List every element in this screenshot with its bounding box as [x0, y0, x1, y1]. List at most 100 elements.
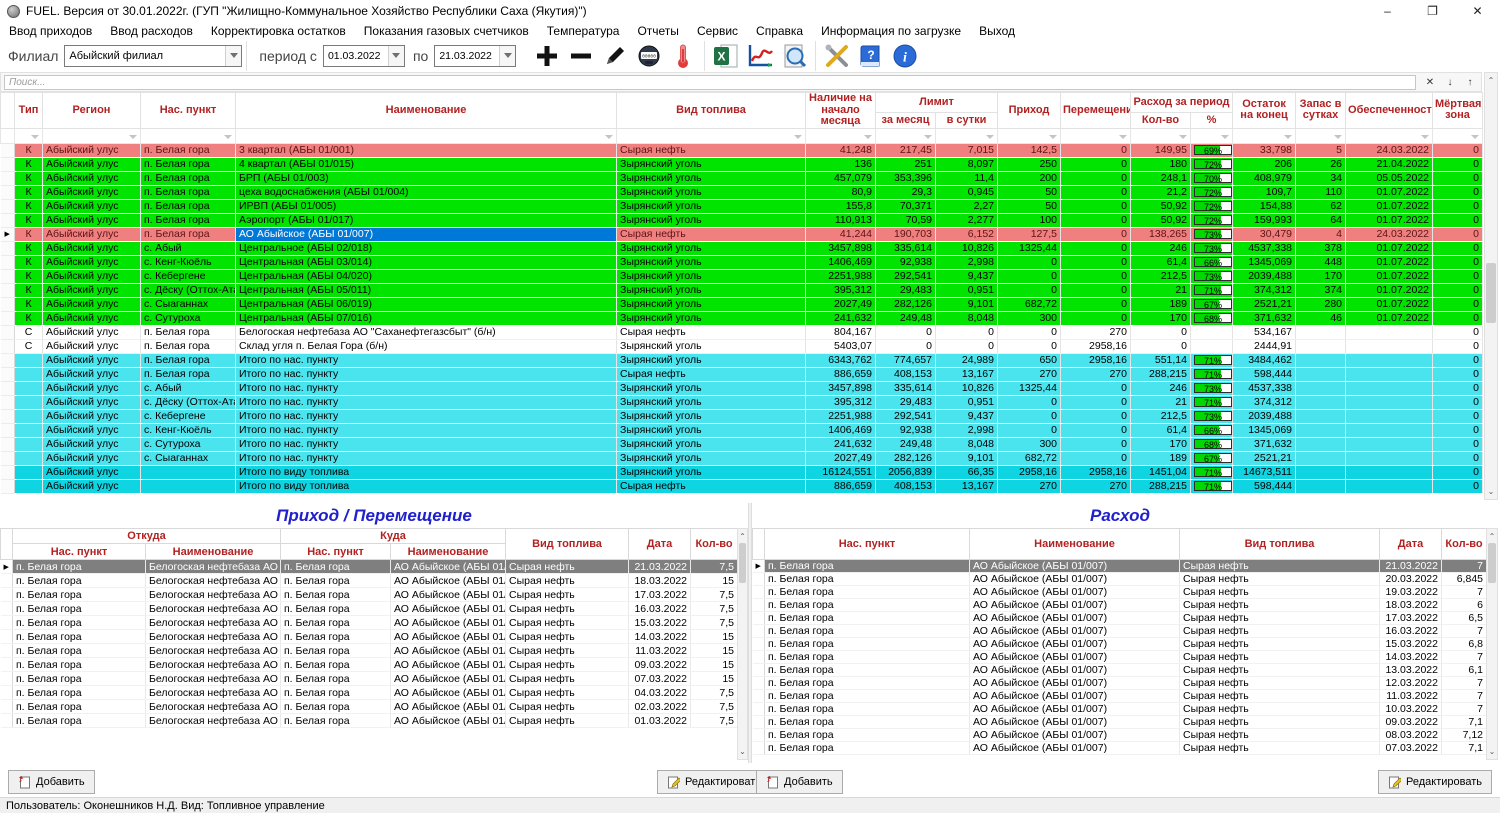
income-edit-button[interactable]: Редактировать	[657, 770, 771, 794]
income-row[interactable]: п. Белая гораБелогоская нефтебаза АО "Са…	[1, 574, 738, 588]
expense-row[interactable]: п. Белая гораАО Абыйское (АБЫ 01/007)Сыр…	[753, 729, 1487, 742]
income-row[interactable]: п. Белая гораБелогоская нефтебаза АО "Са…	[1, 672, 738, 686]
income-row[interactable]: п. Белая гораБелогоская нефтебаза АО "Са…	[1, 588, 738, 602]
col-start[interactable]: Наличие на начало месяца	[806, 93, 876, 129]
fuel-table-row[interactable]: КАбыйский улусс. СутурохаЦентральная (АБ…	[1, 311, 1483, 325]
income-row[interactable]: п. Белая гораБелогоская нефтебаза АО "Са…	[1, 686, 738, 700]
col-from-punkt[interactable]: Нас. пункт	[13, 544, 146, 560]
menu-item-9[interactable]: Информация по загрузке	[812, 24, 970, 38]
col-qty[interactable]: Кол-во	[691, 529, 738, 560]
minimize-button[interactable]: –	[1365, 0, 1410, 22]
scrollbar-thumb[interactable]	[739, 543, 746, 583]
col-fuel[interactable]: Вид топлива	[617, 93, 806, 129]
expense-edit-button[interactable]: Редактировать	[1378, 770, 1492, 794]
column-filter-dropdown[interactable]	[617, 128, 806, 143]
col-limit-group[interactable]: Лимит	[876, 93, 998, 113]
fuel-table-row[interactable]: Абыйский улусс. Кенг-КюёльИтого по нас. …	[1, 423, 1483, 437]
period-from-select[interactable]: 01.03.2022	[323, 45, 405, 67]
column-filter-dropdown[interactable]	[1433, 128, 1483, 143]
menu-item-8[interactable]: Справка	[747, 24, 812, 38]
menu-item-2[interactable]: Ввод расходов	[101, 24, 202, 38]
column-filter-dropdown[interactable]	[1131, 128, 1191, 143]
fuel-table-row[interactable]: САбыйский улусп. Белая гораСклад угля п.…	[1, 339, 1483, 353]
col-type[interactable]: Тип	[15, 93, 43, 129]
search-prev-icon[interactable]: ↑	[1461, 75, 1479, 90]
income-add-button[interactable]: Добавить	[8, 770, 95, 794]
col-secured[interactable]: Обеспеченность	[1346, 93, 1433, 129]
search-document-icon[interactable]	[778, 41, 810, 71]
fuel-table-row[interactable]: Абыйский улусп. Белая гораИтого по нас. …	[1, 353, 1483, 367]
scrollbar-thumb[interactable]	[1488, 543, 1496, 583]
search-next-icon[interactable]: ↓	[1441, 75, 1459, 90]
col-fuel[interactable]: Вид топлива	[1180, 529, 1380, 560]
scrollbar-thumb[interactable]	[1486, 263, 1496, 323]
search-clear-icon[interactable]: ✕	[1421, 75, 1439, 90]
col-income[interactable]: Приход	[998, 93, 1061, 129]
income-row[interactable]: п. Белая гораБелогоская нефтебаза АО "Са…	[1, 616, 738, 630]
column-filter-dropdown[interactable]	[1191, 128, 1233, 143]
menu-item-10[interactable]: Выход	[970, 24, 1024, 38]
excel-export-icon[interactable]: X	[710, 41, 742, 71]
expense-row[interactable]: ▶п. Белая гораАО Абыйское (АБЫ 01/007)Сы…	[753, 560, 1487, 573]
fuel-table-row[interactable]: Абыйский улусс. Дёску (Оттох-Атах)Итого …	[1, 395, 1483, 409]
col-dead[interactable]: Мёртвая зона	[1433, 93, 1483, 129]
fuel-table-row[interactable]: КАбыйский улусп. Белая горацеха водоснаб…	[1, 185, 1483, 199]
expense-row[interactable]: п. Белая гораАО Абыйское (АБЫ 01/007)Сыр…	[753, 716, 1487, 729]
col-rest[interactable]: Остаток на конец	[1233, 93, 1296, 129]
remove-icon[interactable]	[565, 41, 597, 71]
fuel-table-row[interactable]: КАбыйский улусс. СыаганнахЦентральная (А…	[1, 297, 1483, 311]
main-table-scrollbar[interactable]: ⌃ ⌄	[1484, 72, 1498, 500]
scroll-up-icon[interactable]: ⌃	[738, 529, 747, 544]
fuel-table-row[interactable]: КАбыйский улусп. Белая гораАэропорт (АБЫ…	[1, 213, 1483, 227]
col-to-name[interactable]: Наименование	[391, 544, 506, 560]
expense-row[interactable]: п. Белая гораАО Абыйское (АБЫ 01/007)Сыр…	[753, 664, 1487, 677]
column-filter-dropdown[interactable]	[998, 128, 1061, 143]
col-region[interactable]: Регион	[43, 93, 141, 129]
column-filter-dropdown[interactable]	[936, 128, 998, 143]
col-expense-qty[interactable]: Кол-во	[1131, 113, 1191, 128]
col-date[interactable]: Дата	[1380, 529, 1442, 560]
col-move[interactable]: Перемещение	[1061, 93, 1131, 129]
meter-icon[interactable]: 00000	[633, 41, 665, 71]
expense-row[interactable]: п. Белая гораАО Абыйское (АБЫ 01/007)Сыр…	[753, 742, 1487, 755]
thermometer-icon[interactable]	[667, 41, 699, 71]
fuel-table-row[interactable]: Абыйский улусИтого по виду топливаЗырянс…	[1, 465, 1483, 479]
expense-row[interactable]: п. Белая гораАО Абыйское (АБЫ 01/007)Сыр…	[753, 586, 1487, 599]
col-from-group[interactable]: Откуда	[13, 529, 281, 544]
restore-button[interactable]: ❐	[1410, 0, 1455, 22]
menu-item-1[interactable]: Ввод приходов	[0, 24, 101, 38]
menu-item-6[interactable]: Отчеты	[628, 24, 687, 38]
income-row[interactable]: п. Белая гораБелогоская нефтебаза АО "Са…	[1, 644, 738, 658]
fuel-table-row[interactable]: КАбыйский улусс. Дёску (Оттох-Атах)Центр…	[1, 283, 1483, 297]
branch-select[interactable]: Абыйский филиал	[64, 45, 242, 67]
add-icon[interactable]	[531, 41, 563, 71]
column-filter-dropdown[interactable]	[43, 128, 141, 143]
fuel-table-row[interactable]: Абыйский улусс. СутурохаИтого по нас. пу…	[1, 437, 1483, 451]
fuel-table-row[interactable]: КАбыйский улусп. Белая гора3 квартал (АБ…	[1, 143, 1483, 157]
column-filter-dropdown[interactable]	[876, 128, 936, 143]
column-filter-dropdown[interactable]	[15, 128, 43, 143]
expense-row[interactable]: п. Белая гораАО Абыйское (АБЫ 01/007)Сыр…	[753, 573, 1487, 586]
col-qty[interactable]: Кол-во	[1442, 529, 1487, 560]
fuel-table-row[interactable]: КАбыйский улусс. АбыйЦентральное (АБЫ 02…	[1, 241, 1483, 255]
col-name[interactable]: Наименование	[236, 93, 617, 129]
column-filter-dropdown[interactable]	[806, 128, 876, 143]
column-filter-dropdown[interactable]	[141, 128, 236, 143]
scroll-down-icon[interactable]: ⌄	[1485, 484, 1497, 499]
column-filter-dropdown[interactable]	[236, 128, 617, 143]
scroll-down-icon[interactable]: ⌄	[1487, 744, 1497, 759]
scroll-down-icon[interactable]: ⌄	[738, 744, 747, 759]
fuel-table-row[interactable]: Абыйский улусс. СыаганнахИтого по нас. п…	[1, 451, 1483, 465]
expense-row[interactable]: п. Белая гораАО Абыйское (АБЫ 01/007)Сыр…	[753, 638, 1487, 651]
expense-add-button[interactable]: Добавить	[756, 770, 843, 794]
column-filter-dropdown[interactable]	[1296, 128, 1346, 143]
fuel-table-row[interactable]: Абыйский улусс. КебергенеИтого по нас. п…	[1, 409, 1483, 423]
col-expense-group[interactable]: Расход за период	[1131, 93, 1233, 113]
fuel-table-row[interactable]: КАбыйский улусп. Белая гораБРП (АБЫ 01/0…	[1, 171, 1483, 185]
search-input[interactable]	[4, 75, 1416, 90]
income-row[interactable]: п. Белая гораБелогоская нефтебаза АО "Са…	[1, 700, 738, 714]
col-date[interactable]: Дата	[629, 529, 691, 560]
income-row[interactable]: п. Белая гораБелогоская нефтебаза АО "Са…	[1, 658, 738, 672]
income-row[interactable]: п. Белая гораБелогоская нефтебаза АО "Са…	[1, 602, 738, 616]
edit-icon[interactable]	[599, 41, 631, 71]
